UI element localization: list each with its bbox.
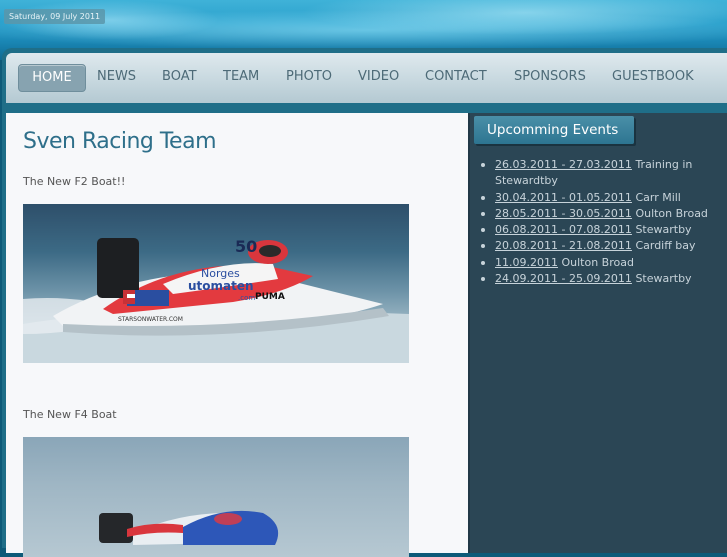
list-item: 11.09.2011 Oulton Broad [481,255,720,271]
events-list: 26.03.2011 - 27.03.2011 Training in Stew… [481,157,720,287]
list-item: 26.03.2011 - 27.03.2011 Training in Stew… [481,157,720,190]
page-title: Sven Racing Team [23,129,217,154]
event-date-link[interactable]: 20.08.2011 - 21.08.2011 [495,239,632,252]
event-place: Oulton Broad [561,255,634,269]
event-place: Oulton Broad [635,206,708,220]
nav-team[interactable]: TEAM [223,69,259,85]
events-heading: Upcomming Events [474,116,634,144]
date-display: Saturday, 09 July 2011 [4,9,105,24]
list-item: 28.05.2011 - 30.05.2011 Oulton Broad [481,206,720,222]
boat-brand-3: .com [238,294,255,302]
nav-photo[interactable]: PHOTO [286,69,332,85]
event-place: Carr Mill [635,190,681,204]
f2-caption: The New F2 Boat!! [23,175,126,188]
list-item: 30.04.2011 - 01.05.2011 Carr Mill [481,190,720,206]
nav-contact[interactable]: CONTACT [425,69,487,85]
nav-news[interactable]: NEWS [97,69,136,85]
list-item: 20.08.2011 - 21.08.2011 Cardiff bay [481,238,720,254]
nav-sponsors[interactable]: SPONSORS [514,69,586,85]
event-date-link[interactable]: 28.05.2011 - 30.05.2011 [495,207,632,220]
boat-number: 50 [235,237,257,256]
f2-boat-photo: 50 Norges utomaten .com PUMA STARSONWATE… [23,204,409,363]
boat-sponsor: PUMA [255,292,285,302]
event-date-link[interactable]: 11.09.2011 [495,256,558,269]
nav-boat[interactable]: BOAT [162,69,197,85]
boat-brand-2: utomaten [188,279,254,293]
event-place: Stewartby [635,223,692,237]
list-item: 24.09.2011 - 25.09.2011 Stewartby [481,271,720,287]
event-date-link[interactable]: 24.09.2011 - 25.09.2011 [495,272,632,285]
event-date-link[interactable]: 06.08.2011 - 07.08.2011 [495,223,632,236]
f4-caption: The New F4 Boat [23,408,117,421]
f4-boat-photo [23,437,409,557]
event-place: Stewartby [635,272,692,286]
event-date-link[interactable]: 26.03.2011 - 27.03.2011 [495,158,632,171]
list-item: 06.08.2011 - 07.08.2011 Stewartby [481,222,720,238]
nav-video[interactable]: VIDEO [358,69,399,85]
nav-guestbook[interactable]: GUESTBOOK [612,69,694,85]
event-place: Cardiff bay [635,239,696,253]
boat-hull-text: STARSONWATER.COM [118,316,183,323]
event-date-link[interactable]: 30.04.2011 - 01.05.2011 [495,191,632,204]
nav-home[interactable]: HOME [18,64,86,92]
